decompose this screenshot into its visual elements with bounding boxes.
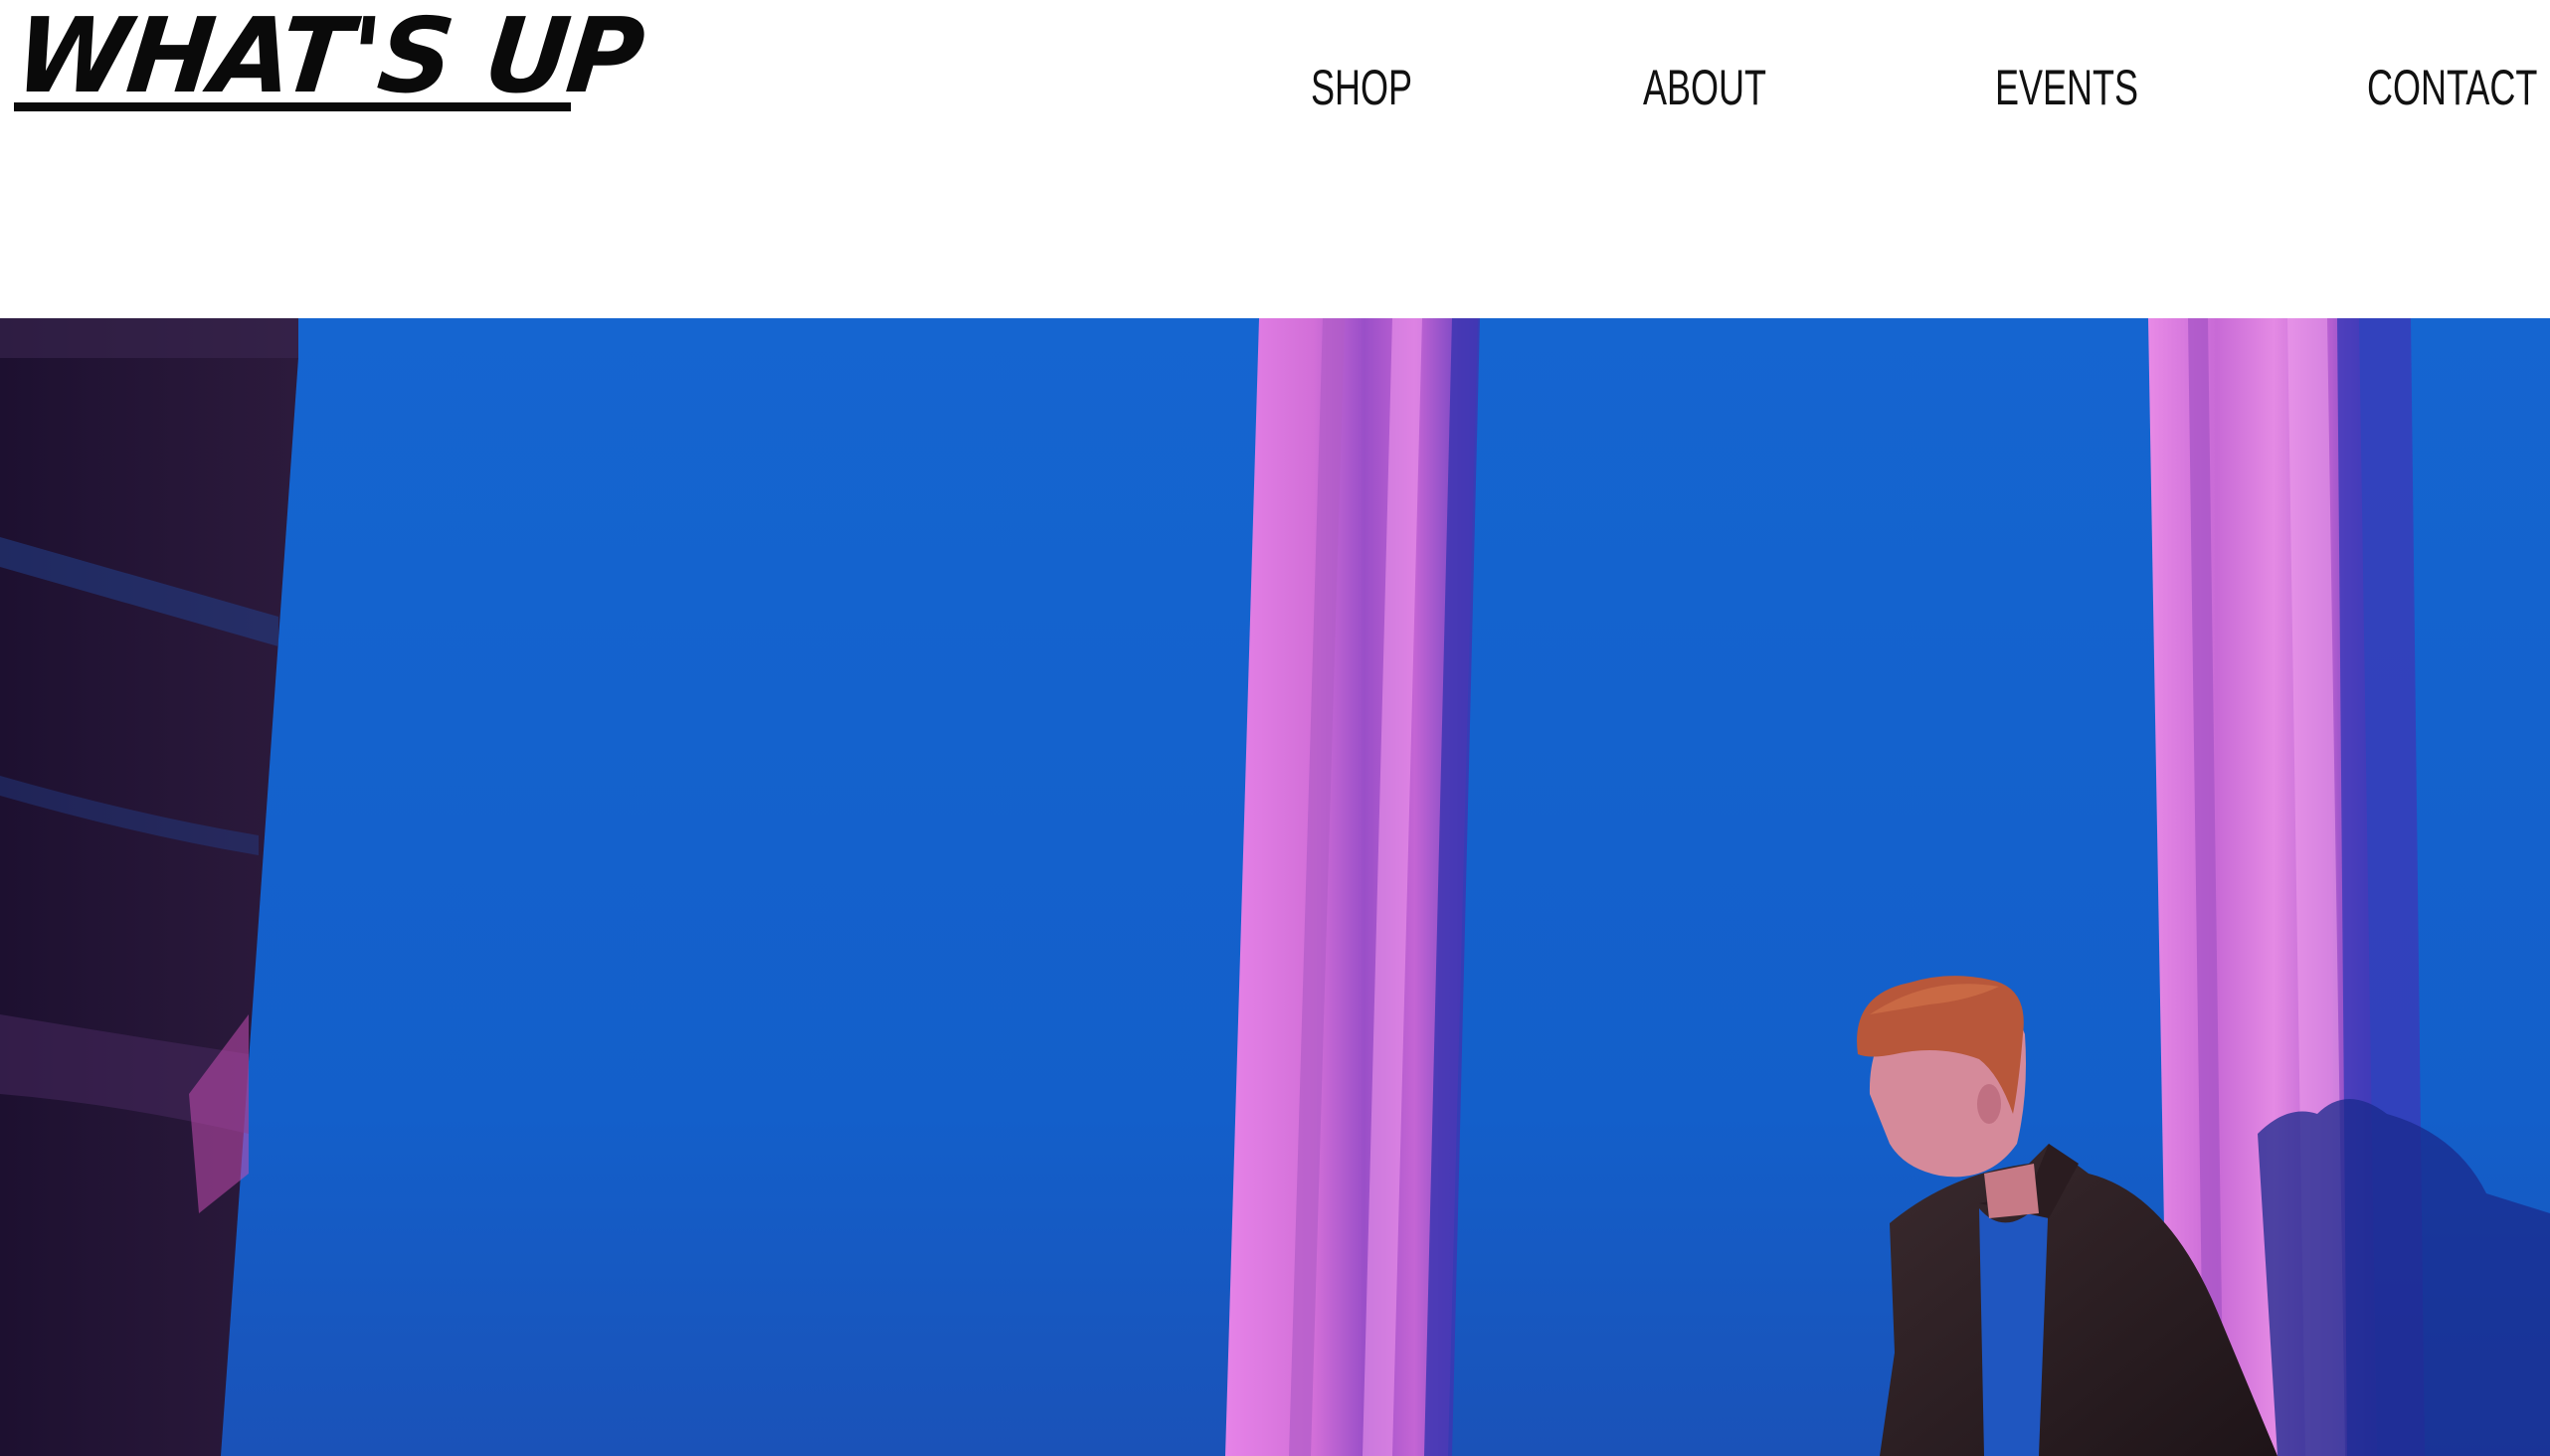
logo-underline [14,102,571,111]
nav-events[interactable]: EVENTS [1995,48,2138,127]
hero-image [0,318,2550,1456]
nav-shop[interactable]: SHOP [1311,48,1412,127]
nav-contact[interactable]: CONTACT [2367,48,2537,127]
nav-about[interactable]: ABOUT [1643,48,1766,127]
hero-photo [0,318,2550,1456]
site-header: WHAT'S UP SHOP ABOUT EVENTS CONTACT [0,0,2550,318]
site-logo[interactable]: WHAT'S UP [10,0,648,116]
page: WHAT'S UP SHOP ABOUT EVENTS CONTACT [0,0,2550,1456]
